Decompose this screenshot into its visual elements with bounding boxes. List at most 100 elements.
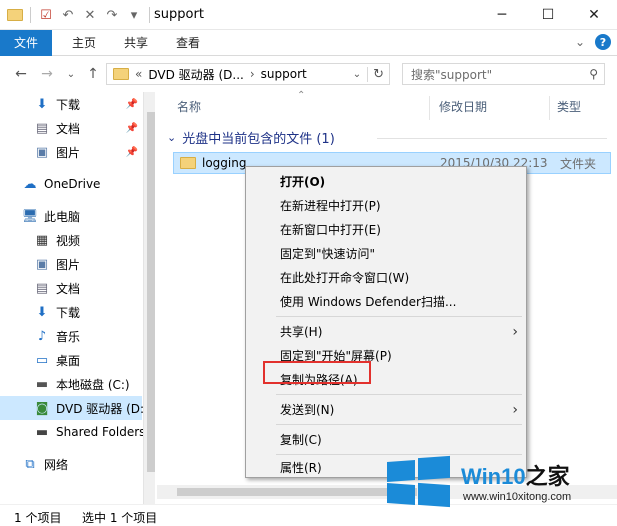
context-menu: 打开(O) 在新进程中打开(P) 在新窗口中打开(E) 固定到"快速访问" 在此…	[245, 166, 527, 478]
ribbon-tabs: 文件 主页 共享 查看 ⌄ ?	[0, 30, 617, 56]
menu-item-defender-scan[interactable]: 使用 Windows Defender扫描...	[248, 291, 524, 313]
cloud-icon: ☁	[23, 176, 37, 192]
redo-icon[interactable]: ↷	[103, 6, 121, 24]
tab-home[interactable]: 主页	[62, 30, 106, 56]
submenu-chevron-icon: ›	[512, 324, 518, 340]
undo-curve-icon[interactable]: ↶	[59, 6, 77, 24]
sort-chevron-icon: ⌃	[297, 90, 306, 101]
minimize-button[interactable]: ─	[479, 0, 525, 30]
pin-icon: 📌	[125, 122, 138, 134]
menu-item-open-new-window[interactable]: 在新窗口中打开(E)	[248, 219, 524, 241]
sidebar-item-documents-pinned[interactable]: ▤ 文档 📌	[0, 116, 142, 140]
folder-icon	[113, 68, 129, 80]
column-header-type[interactable]: 类型	[557, 96, 581, 118]
tab-share[interactable]: 共享	[114, 30, 158, 56]
network-icon: ⧉	[25, 456, 35, 472]
column-header-date[interactable]: 修改日期	[439, 96, 487, 118]
menu-item-pin-quick-access[interactable]: 固定到"快速访问"	[248, 243, 524, 265]
folder-icon	[6, 6, 24, 24]
status-item-count: 1 个项目	[14, 511, 62, 525]
windows-logo-icon	[387, 455, 451, 509]
address-bar-row: ← → ⌄ ↑ « DVD 驱动器 (D... › support ⌄ ↻ 搜索…	[0, 56, 617, 92]
close-button[interactable]: ✕	[571, 0, 617, 30]
sidebar-item-this-pc[interactable]: 🖥 此电脑	[0, 204, 142, 228]
up-arrow-icon[interactable]: ↑	[84, 64, 102, 84]
breadcrumb-dvd-drive[interactable]: DVD 驱动器 (D...	[148, 66, 243, 83]
sidebar-scrollbar[interactable]	[143, 92, 155, 504]
menu-item-open-command-window[interactable]: 在此处打开命令窗口(W)	[248, 267, 524, 289]
help-icon[interactable]: ?	[595, 34, 611, 50]
address-bar[interactable]: « DVD 驱动器 (D... › support ⌄ ↻	[106, 63, 390, 85]
column-header-name[interactable]: 名称	[177, 96, 201, 118]
menu-item-open[interactable]: 打开(O)	[248, 171, 524, 193]
quick-access-toolbar: ☑ ↶ ✕ ↷ ▾	[6, 6, 152, 24]
music-note-icon: ♪	[37, 328, 47, 344]
forward-arrow-icon[interactable]: →	[38, 64, 56, 84]
picture-icon: ▣	[35, 256, 49, 272]
breadcrumb-separator-icon[interactable]: ›	[250, 67, 255, 81]
breadcrumb-support[interactable]: support	[261, 67, 307, 81]
sidebar-item-dvd-drive[interactable]: ◙ DVD 驱动器 (D:	[0, 396, 144, 420]
breadcrumb-overflow[interactable]: «	[135, 67, 142, 81]
sidebar-item-pictures-pinned[interactable]: ▣ 图片 📌	[0, 140, 142, 164]
sidebar-item-onedrive[interactable]: ☁ OneDrive	[0, 172, 142, 196]
watermark: Win10之家 www.win10xitong.com	[383, 445, 617, 515]
menu-item-open-new-process[interactable]: 在新进程中打开(P)	[248, 195, 524, 217]
sidebar-item-documents[interactable]: ▤ 文档	[0, 276, 142, 300]
status-selected-count: 选中 1 个项目	[82, 511, 158, 525]
download-arrow-icon: ⬇	[36, 304, 48, 320]
computer-icon: 🖥	[21, 208, 39, 224]
sidebar-item-pictures[interactable]: ▣ 图片	[0, 252, 142, 276]
sidebar-scroll-thumb[interactable]	[147, 112, 155, 472]
file-name: logging	[202, 156, 247, 170]
search-input[interactable]: 搜索"support" ⚲	[402, 63, 605, 85]
sidebar-item-downloads[interactable]: ⬇ 下载	[0, 300, 142, 324]
horizontal-scroll-thumb[interactable]	[177, 488, 417, 496]
hard-drive-icon: ▬	[35, 376, 49, 392]
pin-icon: 📌	[125, 146, 138, 158]
video-icon: ▦	[35, 232, 49, 248]
dvd-drive-icon: ◙	[35, 400, 49, 416]
expand-ribbon-icon[interactable]: ⌄	[575, 35, 585, 49]
sidebar-item-local-disk-c[interactable]: ▬ 本地磁盘 (C:)	[0, 372, 142, 396]
refresh-icon[interactable]: ↻	[367, 66, 389, 82]
document-icon: ▤	[35, 120, 49, 136]
sidebar-item-network[interactable]: ⧉ 网络	[0, 452, 142, 476]
menu-item-share[interactable]: 共享(H) ›	[248, 321, 524, 343]
watermark-url: www.win10xitong.com	[463, 491, 572, 503]
pin-icon: 📌	[125, 98, 138, 110]
submenu-chevron-icon: ›	[512, 402, 518, 418]
window-controls: ─ ☐ ✕	[479, 0, 617, 30]
sidebar-item-videos[interactable]: ▦ 视频	[0, 228, 142, 252]
address-dropdown-icon[interactable]: ⌄	[353, 69, 361, 80]
navigation-pane: ⬇ 下载 📌 ▤ 文档 📌 ▣ 图片 📌 ☁ OneDrive 🖥 此电脑 ▦ …	[0, 92, 155, 504]
network-drive-icon: ▬	[35, 424, 49, 440]
search-icon[interactable]: ⚲	[589, 67, 598, 81]
sidebar-item-shared-folders[interactable]: ▬ Shared Folders	[0, 420, 146, 444]
maximize-button[interactable]: ☐	[525, 0, 571, 30]
menu-item-send-to[interactable]: 发送到(N) ›	[248, 399, 524, 421]
back-arrow-icon[interactable]: ←	[12, 64, 30, 84]
customize-dropdown-icon[interactable]: ▾	[125, 6, 143, 24]
properties-check-icon[interactable]: ☑	[37, 6, 55, 24]
watermark-brand: Win10之家	[461, 464, 570, 489]
title-bar: ☑ ↶ ✕ ↷ ▾ support ─ ☐ ✕	[0, 0, 617, 30]
picture-icon: ▣	[35, 144, 49, 160]
group-header[interactable]: ⌄ 光盘中当前包含的文件 (1)	[167, 128, 335, 147]
collapse-chevron-icon[interactable]: ⌄	[167, 131, 176, 144]
download-arrow-icon: ⬇	[36, 96, 48, 112]
recent-locations-chevron-icon[interactable]: ⌄	[62, 64, 80, 84]
folder-icon	[180, 157, 196, 169]
desktop-icon: ▭	[35, 352, 49, 368]
window-title: support	[154, 7, 204, 22]
highlight-annotation-box	[263, 361, 371, 384]
sidebar-item-music[interactable]: ♪ 音乐	[0, 324, 142, 348]
file-type: 文件夹	[560, 156, 597, 171]
sidebar-item-downloads-pinned[interactable]: ⬇ 下载 📌	[0, 92, 142, 116]
search-placeholder: 搜索"support"	[411, 67, 493, 82]
sidebar-item-desktop[interactable]: ▭ 桌面	[0, 348, 142, 372]
delete-x-icon[interactable]: ✕	[81, 6, 99, 24]
document-icon: ▤	[35, 280, 49, 296]
tab-view[interactable]: 查看	[166, 30, 210, 56]
tab-file[interactable]: 文件	[0, 30, 52, 56]
